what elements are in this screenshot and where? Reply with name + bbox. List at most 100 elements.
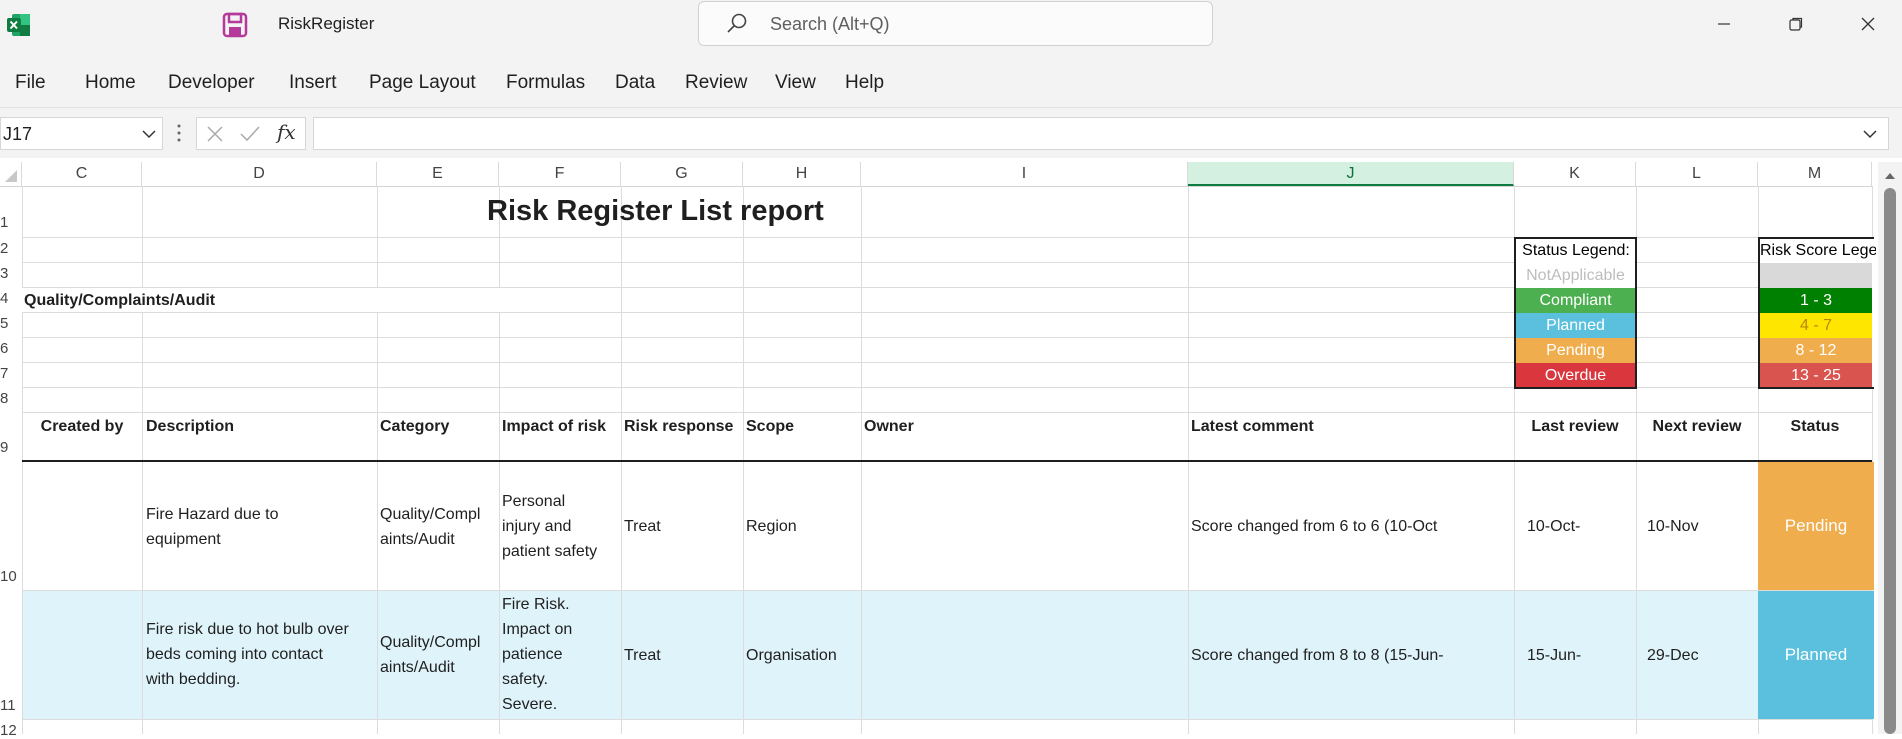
record2-impact[interactable]: Fire Risk. Impact on patience safety. Se… xyxy=(502,592,572,717)
section-title: Quality/Complaints/Audit xyxy=(24,292,216,309)
column-header-k[interactable]: K xyxy=(1514,162,1636,186)
menu-developer[interactable]: Developer xyxy=(168,72,255,94)
column-header-h[interactable]: H xyxy=(743,162,861,186)
record1-impact[interactable]: Personal injury and patient safety xyxy=(502,489,597,564)
record2-risk-response[interactable]: Treat xyxy=(624,643,661,668)
search-box[interactable]: Search (Alt+Q) xyxy=(698,1,1213,46)
record2-description-line: with bedding. xyxy=(146,671,241,688)
header-owner: Owner xyxy=(864,418,914,435)
menu-view[interactable]: View xyxy=(775,72,816,94)
legend-compliant: Compliant xyxy=(1516,288,1635,313)
expand-formula-icon[interactable] xyxy=(1862,124,1878,147)
menu-help[interactable]: Help xyxy=(845,72,884,94)
menu-file[interactable]: File xyxy=(15,72,46,94)
row-header-9[interactable]: 9 xyxy=(0,439,22,456)
score-legend-blank xyxy=(1760,263,1872,288)
menu-insert[interactable]: Insert xyxy=(289,72,337,94)
header-bottom-border xyxy=(22,460,1872,462)
menu-data[interactable]: Data xyxy=(615,72,655,94)
gridline xyxy=(22,719,1872,720)
formula-input[interactable] xyxy=(313,117,1889,150)
column-headers: C D E F G H I J K L M xyxy=(0,162,1872,187)
record2-status-badge[interactable]: Planned xyxy=(1758,591,1874,719)
menu-home[interactable]: Home xyxy=(85,72,136,94)
name-box-value: J17 xyxy=(3,124,33,144)
menu-formulas[interactable]: Formulas xyxy=(506,72,585,94)
record2-description-line: beds coming into contact xyxy=(146,646,323,663)
select-all-corner[interactable] xyxy=(0,162,22,186)
excel-logo-icon xyxy=(6,12,32,38)
record2-impact-line: Severe. xyxy=(502,696,558,713)
row-header-6[interactable]: 6 xyxy=(0,340,22,357)
column-header-c[interactable]: C xyxy=(22,162,142,186)
record2-category-line: aints/Audit xyxy=(380,659,455,676)
score-legend-1-3: 1 - 3 xyxy=(1760,288,1872,313)
header-category: Category xyxy=(380,418,450,435)
insert-function-icon[interactable]: fx xyxy=(277,120,296,144)
record2-category[interactable]: Quality/Compl aints/Audit xyxy=(380,630,480,680)
column-header-l[interactable]: L xyxy=(1636,162,1758,186)
record1-risk-response[interactable]: Treat xyxy=(624,514,661,539)
record2-impact-line: Impact on xyxy=(502,621,573,638)
row-header-10[interactable]: 10 xyxy=(0,568,22,585)
column-header-e[interactable]: E xyxy=(377,162,499,186)
row-header-7[interactable]: 7 xyxy=(0,365,22,382)
search-placeholder: Search (Alt+Q) xyxy=(770,14,890,34)
column-header-j[interactable]: J xyxy=(1188,162,1514,186)
menu-page-layout[interactable]: Page Layout xyxy=(369,72,476,94)
row-header-1[interactable]: 1 xyxy=(0,214,22,231)
row-header-12[interactable]: 12 xyxy=(0,722,22,739)
record1-last-review[interactable]: 10-Oct- xyxy=(1527,514,1580,539)
record2-next-review[interactable]: 29-Dec xyxy=(1647,643,1699,668)
status-legend-header: Status Legend: xyxy=(1522,242,1630,259)
enter-check-icon[interactable] xyxy=(239,124,261,149)
column-header-d[interactable]: D xyxy=(142,162,377,186)
restore-icon xyxy=(1789,17,1803,31)
record1-latest-comment[interactable]: Score changed from 6 to 6 (10-Oct xyxy=(1191,514,1437,539)
search-icon xyxy=(725,12,749,36)
record1-next-review[interactable]: 10-Nov xyxy=(1647,514,1699,539)
row-header-4[interactable]: 4 xyxy=(0,290,22,307)
restore-button[interactable] xyxy=(1761,0,1831,48)
column-header-g[interactable]: G xyxy=(621,162,743,186)
row-header-5[interactable]: 5 xyxy=(0,315,22,332)
scrollbar-thumb[interactable] xyxy=(1884,188,1896,734)
record1-impact-line: patient safety xyxy=(502,543,598,560)
column-header-m[interactable]: M xyxy=(1758,162,1872,186)
column-header-f[interactable]: F xyxy=(499,162,621,186)
record2-last-review[interactable]: 15-Jun- xyxy=(1527,643,1581,668)
save-icon[interactable] xyxy=(222,12,248,38)
record1-description-line: equipment xyxy=(146,531,221,548)
cancel-icon[interactable] xyxy=(205,124,225,149)
record1-impact-line: Personal xyxy=(502,493,566,510)
record2-scope[interactable]: Organisation xyxy=(746,643,837,668)
close-button[interactable] xyxy=(1833,0,1902,48)
more-options-icon[interactable] xyxy=(176,122,182,149)
minimize-button[interactable] xyxy=(1689,0,1759,48)
record2-latest-comment[interactable]: Score changed from 8 to 8 (15-Jun- xyxy=(1191,643,1444,668)
legend-pending: Pending xyxy=(1516,338,1635,363)
column-header-i[interactable]: I xyxy=(861,162,1188,186)
score-legend-header: Risk Score Lege xyxy=(1760,242,1876,259)
title-bar: RiskRegister Search (Alt+Q) xyxy=(0,0,1902,50)
name-box[interactable]: J17 xyxy=(0,117,163,150)
chevron-down-icon[interactable] xyxy=(141,124,157,147)
header-impact: Impact of risk xyxy=(502,418,607,435)
score-legend-13-25: 13 - 25 xyxy=(1760,363,1872,387)
header-risk-response: Risk response xyxy=(624,418,734,435)
header-scope: Scope xyxy=(746,418,795,435)
close-icon xyxy=(1861,17,1875,31)
record1-description[interactable]: Fire Hazard due to equipment xyxy=(146,502,279,552)
gridline xyxy=(22,590,1872,591)
row-header-3[interactable]: 3 xyxy=(0,265,22,282)
row-header-11[interactable]: 11 xyxy=(0,697,22,714)
row-header-8[interactable]: 8 xyxy=(0,390,22,407)
record1-category[interactable]: Quality/Compl aints/Audit xyxy=(380,502,480,552)
header-status: Status xyxy=(1790,418,1840,435)
record1-status-badge[interactable]: Pending xyxy=(1758,462,1874,590)
record1-scope[interactable]: Region xyxy=(746,514,797,539)
header-latest-comment: Latest comment xyxy=(1191,418,1314,435)
record2-description[interactable]: Fire risk due to hot bulb over beds comi… xyxy=(146,617,349,692)
menu-review[interactable]: Review xyxy=(685,72,747,94)
row-header-2[interactable]: 2 xyxy=(0,240,22,257)
